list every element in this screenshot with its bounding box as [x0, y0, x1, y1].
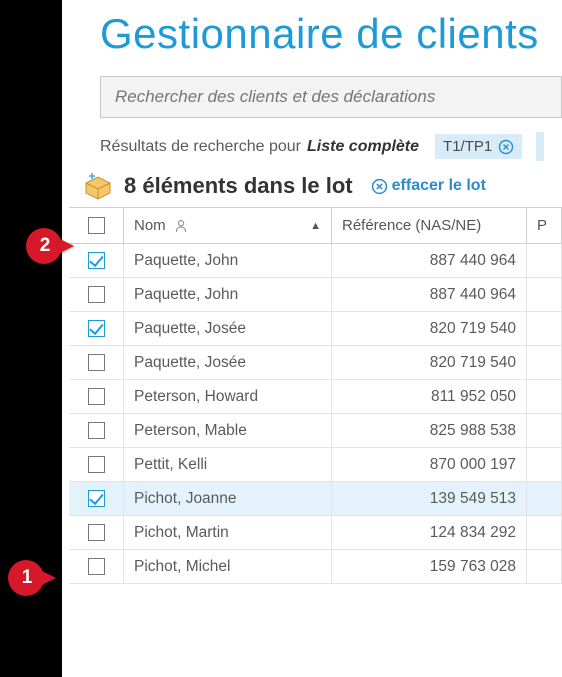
row-checkbox[interactable]: [88, 354, 105, 371]
table-row[interactable]: Paquette, Josée820 719 540: [69, 312, 562, 346]
header-name-label: Nom: [134, 217, 166, 234]
row-ref: 139 549 513: [332, 482, 527, 515]
row-checkbox-cell[interactable]: [69, 448, 124, 481]
row-p: [527, 380, 562, 413]
batch-title: 8 éléments dans le lot: [124, 173, 353, 199]
row-name: Peterson, Howard: [124, 380, 332, 413]
row-p: [527, 244, 562, 277]
row-name: Paquette, John: [124, 244, 332, 277]
row-checkbox[interactable]: [88, 320, 105, 337]
row-checkbox[interactable]: [88, 456, 105, 473]
row-checkbox-cell[interactable]: [69, 516, 124, 549]
row-checkbox-cell[interactable]: [69, 550, 124, 583]
filter-chip-label: T1/TP1: [443, 138, 492, 155]
row-p: [527, 482, 562, 515]
select-all-checkbox[interactable]: [88, 217, 105, 234]
row-ref: 820 719 540: [332, 312, 527, 345]
sort-asc-icon: ▲: [310, 220, 321, 232]
table-body: Paquette, John887 440 964Paquette, John8…: [69, 244, 562, 584]
row-checkbox[interactable]: [88, 286, 105, 303]
header-ref[interactable]: Référence (NAS/NE): [332, 208, 527, 243]
row-name: Pichot, Michel: [124, 550, 332, 583]
person-icon: [174, 219, 188, 233]
clear-batch-button[interactable]: effacer le lot: [371, 177, 486, 195]
search-input[interactable]: [113, 86, 549, 108]
table-row[interactable]: Paquette, John887 440 964: [69, 244, 562, 278]
box-icon: [82, 171, 114, 201]
row-checkbox[interactable]: [88, 524, 105, 541]
search-box[interactable]: [100, 76, 562, 118]
row-p: [527, 312, 562, 345]
row-ref: 887 440 964: [332, 278, 527, 311]
table-row[interactable]: Pichot, Martin124 834 292: [69, 516, 562, 550]
row-ref: 820 719 540: [332, 346, 527, 379]
row-checkbox[interactable]: [88, 490, 105, 507]
row-p: [527, 448, 562, 481]
table-row[interactable]: Pichot, Joanne139 549 513: [69, 482, 562, 516]
row-checkbox-cell[interactable]: [69, 312, 124, 345]
main-panel: Gestionnaire de clients Résultats de rec…: [62, 0, 562, 677]
table-row[interactable]: Peterson, Mable825 988 538: [69, 414, 562, 448]
header-p[interactable]: P: [527, 208, 562, 243]
results-value: Liste complète: [307, 138, 419, 156]
row-checkbox-cell[interactable]: [69, 414, 124, 447]
row-checkbox[interactable]: [88, 558, 105, 575]
close-icon[interactable]: [498, 139, 514, 155]
row-ref: 124 834 292: [332, 516, 527, 549]
filter-chip-extra[interactable]: [536, 132, 544, 161]
row-ref: 870 000 197: [332, 448, 527, 481]
batch-row: 8 éléments dans le lot effacer le lot: [82, 171, 562, 201]
row-name: Paquette, John: [124, 278, 332, 311]
row-p: [527, 516, 562, 549]
table-row[interactable]: Peterson, Howard811 952 050: [69, 380, 562, 414]
table-row[interactable]: Pettit, Kelli870 000 197: [69, 448, 562, 482]
row-ref: 825 988 538: [332, 414, 527, 447]
table-row[interactable]: Paquette, John887 440 964: [69, 278, 562, 312]
row-name: Pichot, Martin: [124, 516, 332, 549]
header-ref-label: Référence (NAS/NE): [342, 217, 481, 234]
table-header: Nom ▲ Référence (NAS/NE) P: [69, 208, 562, 244]
row-checkbox-cell[interactable]: [69, 346, 124, 379]
row-p: [527, 414, 562, 447]
callout-1: 1: [8, 560, 56, 596]
row-name: Pichot, Joanne: [124, 482, 332, 515]
results-line: Résultats de recherche pour Liste complè…: [100, 132, 562, 161]
table-row[interactable]: Pichot, Michel159 763 028: [69, 550, 562, 584]
page-title: Gestionnaire de clients: [100, 10, 562, 58]
row-name: Paquette, Josée: [124, 312, 332, 345]
results-label: Résultats de recherche pour: [100, 138, 301, 156]
row-checkbox-cell[interactable]: [69, 380, 124, 413]
table-row[interactable]: Paquette, Josée820 719 540: [69, 346, 562, 380]
filter-chip[interactable]: T1/TP1: [435, 134, 522, 159]
row-checkbox[interactable]: [88, 388, 105, 405]
row-checkbox-cell[interactable]: [69, 278, 124, 311]
header-name[interactable]: Nom ▲: [124, 208, 332, 243]
results-table: Nom ▲ Référence (NAS/NE) P Paquette, Joh…: [69, 207, 562, 584]
header-checkbox-cell[interactable]: [69, 208, 124, 243]
row-ref: 811 952 050: [332, 380, 527, 413]
row-name: Pettit, Kelli: [124, 448, 332, 481]
row-name: Peterson, Mable: [124, 414, 332, 447]
row-p: [527, 550, 562, 583]
row-ref: 159 763 028: [332, 550, 527, 583]
callout-2: 2: [26, 228, 74, 264]
clear-batch-label: effacer le lot: [392, 177, 486, 195]
row-checkbox[interactable]: [88, 422, 105, 439]
row-ref: 887 440 964: [332, 244, 527, 277]
row-checkbox[interactable]: [88, 252, 105, 269]
header-p-label: P: [537, 217, 547, 234]
row-checkbox-cell[interactable]: [69, 482, 124, 515]
row-name: Paquette, Josée: [124, 346, 332, 379]
row-p: [527, 278, 562, 311]
row-p: [527, 346, 562, 379]
row-checkbox-cell[interactable]: [69, 244, 124, 277]
